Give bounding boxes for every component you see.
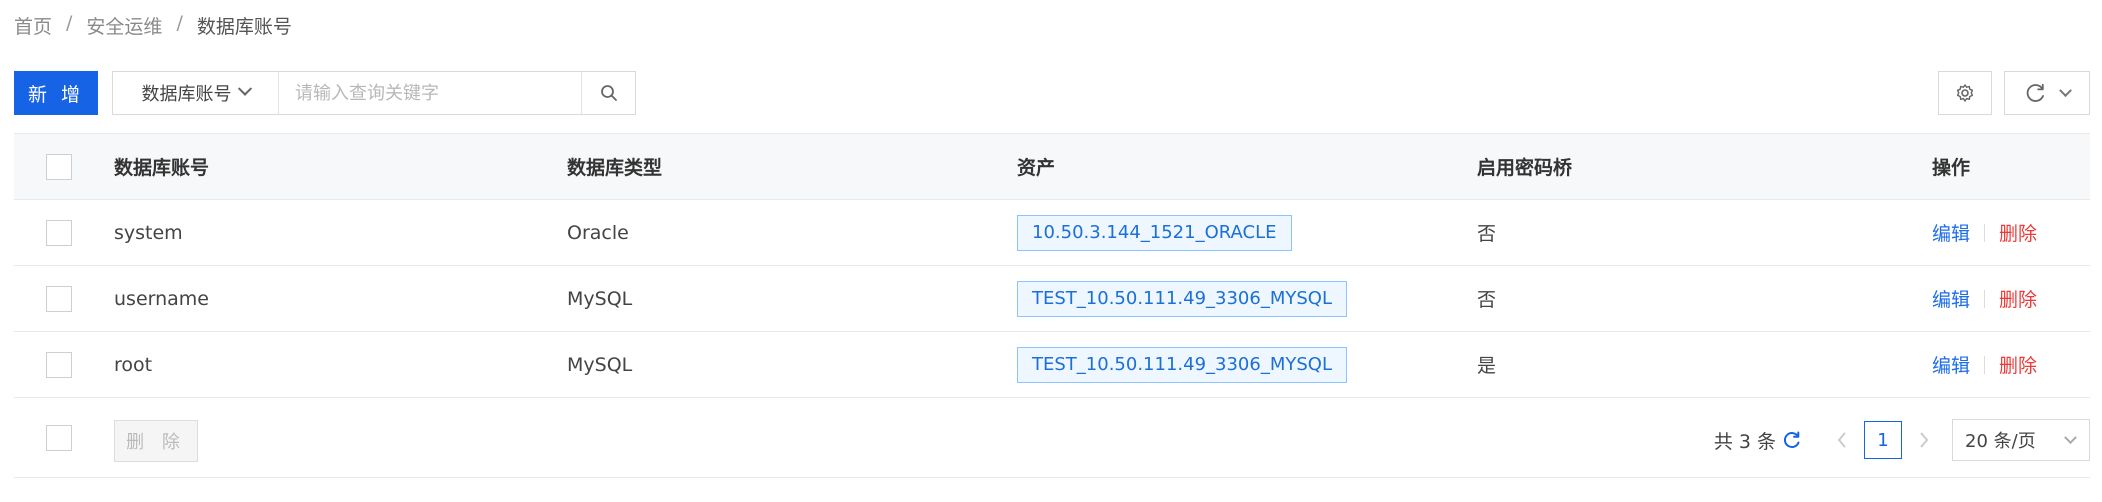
breadcrumb-separator: /: [176, 12, 183, 34]
chevron-left-icon: [1837, 432, 1846, 448]
search-field-select[interactable]: 数据库账号: [113, 72, 279, 114]
row-checkbox[interactable]: [46, 351, 72, 378]
chevron-down-icon: [2058, 83, 2072, 97]
add-button[interactable]: 新 增: [14, 71, 98, 115]
refresh-icon: [2026, 83, 2044, 102]
total-count: 共 3 条: [1713, 430, 1776, 453]
breadcrumb-security-ops[interactable]: 安全运维: [86, 12, 162, 39]
column-header-password-bridge: 启用密码桥: [1477, 157, 1573, 179]
footer-select-checkbox[interactable]: [46, 424, 72, 451]
search-button[interactable]: [581, 72, 635, 114]
chevron-down-icon: [2064, 430, 2077, 444]
toolbar: 新 增 数据库账号: [14, 71, 2090, 115]
account-cell: username: [114, 287, 209, 310]
page-number-current[interactable]: 1: [1864, 421, 1902, 459]
chevron-down-icon: [237, 81, 252, 96]
breadcrumb-separator: /: [66, 12, 73, 34]
refresh-dropdown-button[interactable]: [2004, 71, 2090, 115]
breadcrumb: 首页 / 安全运维 / 数据库账号: [14, 12, 292, 39]
db-type-cell: MySQL: [567, 353, 633, 376]
select-all-checkbox[interactable]: [46, 153, 72, 180]
column-header-actions: 操作: [1932, 157, 1971, 179]
edit-link[interactable]: 编辑: [1932, 351, 1970, 378]
table-footer: 删 除 共 3 条 1 20 条/页: [14, 398, 2090, 478]
search-group: 数据库账号: [112, 71, 636, 115]
password-bridge-cell: 否: [1477, 223, 1497, 245]
table-row: root MySQL TEST_10.50.111.49_3306_MYSQL …: [14, 332, 2090, 398]
page-size-label: 20 条/页: [1965, 431, 2036, 452]
password-bridge-cell: 否: [1477, 289, 1497, 311]
edit-link[interactable]: 编辑: [1932, 219, 1970, 246]
search-input[interactable]: [279, 72, 581, 114]
column-header-db-type: 数据库类型: [567, 157, 663, 179]
account-cell: system: [114, 221, 183, 244]
delete-link[interactable]: 删除: [1999, 351, 2037, 378]
gear-icon: [1956, 84, 1974, 102]
action-divider: [1984, 289, 1986, 308]
action-divider: [1984, 355, 1986, 374]
delete-link[interactable]: 删除: [1999, 285, 2037, 312]
action-divider: [1984, 223, 1986, 242]
column-header-asset: 资产: [1017, 157, 1056, 179]
prev-page-button[interactable]: [1828, 431, 1856, 449]
row-checkbox[interactable]: [46, 219, 72, 246]
column-header-account: 数据库账号: [114, 157, 210, 179]
db-account-table: 数据库账号 数据库类型 资产 启用密码桥 操作 system Oracle 10…: [14, 133, 2090, 478]
password-bridge-cell: 是: [1477, 355, 1497, 377]
pagination: 共 3 条 1 20 条/页: [1714, 419, 2090, 461]
page-size-select[interactable]: 20 条/页: [1952, 419, 2090, 461]
table-row: system Oracle 10.50.3.144_1521_ORACLE 否 …: [14, 200, 2090, 266]
edit-link[interactable]: 编辑: [1932, 285, 1970, 312]
table-row: username MySQL TEST_10.50.111.49_3306_MY…: [14, 266, 2090, 332]
settings-button[interactable]: [1938, 71, 1992, 115]
asset-tag[interactable]: TEST_10.50.111.49_3306_MYSQL: [1017, 346, 1347, 383]
next-page-button[interactable]: [1910, 431, 1938, 449]
search-field-label: 数据库账号: [141, 84, 232, 105]
chevron-right-icon: [1920, 432, 1929, 448]
db-type-cell: Oracle: [567, 221, 629, 244]
row-checkbox[interactable]: [46, 285, 72, 312]
account-cell: root: [114, 353, 153, 376]
refresh-icon[interactable]: [1782, 430, 1802, 450]
breadcrumb-home[interactable]: 首页: [14, 12, 52, 39]
db-type-cell: MySQL: [567, 287, 633, 310]
bulk-delete-button[interactable]: 删 除: [114, 420, 198, 462]
search-icon: [600, 85, 617, 101]
asset-tag[interactable]: TEST_10.50.111.49_3306_MYSQL: [1017, 280, 1347, 317]
delete-link[interactable]: 删除: [1999, 219, 2037, 246]
asset-tag[interactable]: 10.50.3.144_1521_ORACLE: [1017, 214, 1292, 251]
table-header: 数据库账号 数据库类型 资产 启用密码桥 操作: [14, 134, 2090, 200]
breadcrumb-current: 数据库账号: [196, 16, 292, 38]
